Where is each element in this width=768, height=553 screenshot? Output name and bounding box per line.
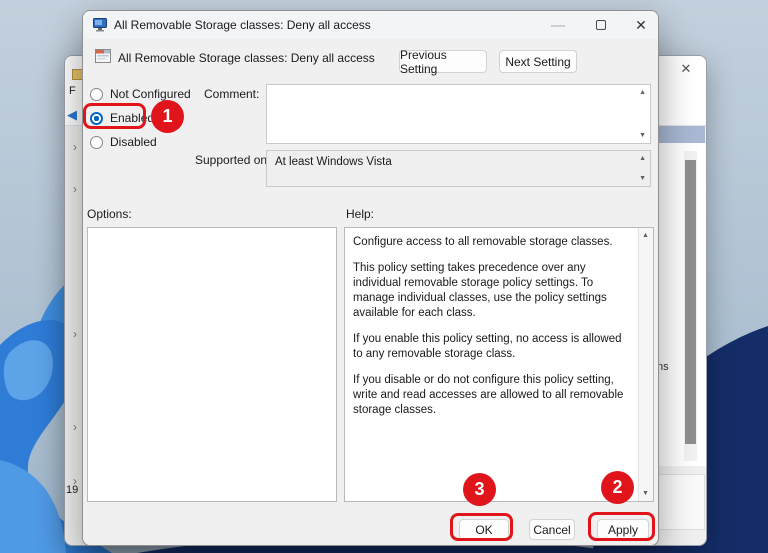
status-count: 19 bbox=[66, 484, 79, 496]
supported-on-value: At least Windows Vista bbox=[275, 156, 392, 168]
policy-setting-dialog: All Removable Storage classes: Deny all … bbox=[82, 10, 659, 546]
policy-setting-name: All Removable Storage classes: Deny all … bbox=[118, 51, 375, 65]
annotation-badge-3: 3 bbox=[463, 473, 496, 506]
file-menu-clipped[interactable]: F bbox=[69, 85, 76, 97]
scroll-up-icon[interactable]: ▲ bbox=[642, 232, 649, 239]
comment-textarea[interactable]: ▲ ▼ bbox=[266, 84, 651, 144]
close-icon[interactable]: ✕ bbox=[631, 16, 651, 34]
policy-setting-icon bbox=[95, 49, 111, 63]
supported-on-box: At least Windows Vista ▲ ▼ bbox=[266, 150, 651, 187]
options-label: Options: bbox=[87, 207, 132, 221]
help-scrollbar[interactable]: ▲ ▼ bbox=[638, 228, 653, 501]
back-arrow-icon[interactable]: ◀ bbox=[67, 107, 77, 123]
scroll-up-icon[interactable]: ▲ bbox=[639, 155, 646, 162]
radio-disabled[interactable]: Disabled bbox=[90, 134, 157, 150]
tree-expand-icon[interactable]: › bbox=[73, 327, 77, 341]
radio-not-configured[interactable]: Not Configured bbox=[90, 86, 191, 102]
help-panel: Configure access to all removable storag… bbox=[344, 227, 654, 502]
supported-on-label: Supported on: bbox=[195, 153, 271, 167]
help-label: Help: bbox=[346, 207, 375, 221]
options-panel bbox=[87, 227, 337, 502]
cancel-button[interactable]: Cancel bbox=[529, 519, 575, 540]
help-text: Configure access to all removable storag… bbox=[353, 236, 624, 416]
annotation-rect-ok bbox=[450, 513, 513, 541]
radio-label: Disabled bbox=[110, 135, 157, 149]
bg-scrollbar-thumb[interactable] bbox=[685, 160, 696, 444]
previous-setting-button[interactable]: Previous Setting bbox=[399, 48, 487, 76]
next-setting-button[interactable]: Next Setting bbox=[499, 50, 577, 73]
tree-expand-icon[interactable]: › bbox=[73, 420, 77, 434]
annotation-badge-2: 2 bbox=[601, 471, 634, 504]
tree-expand-icon[interactable]: › bbox=[73, 140, 77, 154]
scroll-up-icon[interactable]: ▲ bbox=[639, 89, 646, 96]
scroll-down-icon[interactable]: ▼ bbox=[639, 132, 646, 139]
dialog-titlebar[interactable]: All Removable Storage classes: Deny all … bbox=[83, 11, 658, 39]
comment-label: Comment: bbox=[204, 87, 260, 101]
bg-window-close-button[interactable]: ✕ bbox=[676, 60, 696, 78]
maximize-icon[interactable] bbox=[596, 20, 606, 30]
annotation-rect-enabled bbox=[83, 103, 146, 129]
tree-expand-icon[interactable]: › bbox=[73, 182, 77, 196]
scroll-down-icon[interactable]: ▼ bbox=[642, 490, 649, 497]
dialog-title: All Removable Storage classes: Deny all … bbox=[114, 18, 371, 32]
scroll-down-icon[interactable]: ▼ bbox=[639, 175, 646, 182]
radio-label: Not Configured bbox=[110, 87, 191, 101]
radio-circle-icon[interactable] bbox=[90, 87, 103, 101]
dialog-app-icon bbox=[93, 18, 107, 32]
radio-circle-icon[interactable] bbox=[90, 135, 103, 149]
annotation-rect-apply bbox=[588, 512, 655, 541]
minimize-icon[interactable] bbox=[551, 25, 565, 27]
annotation-badge-1: 1 bbox=[151, 100, 184, 133]
